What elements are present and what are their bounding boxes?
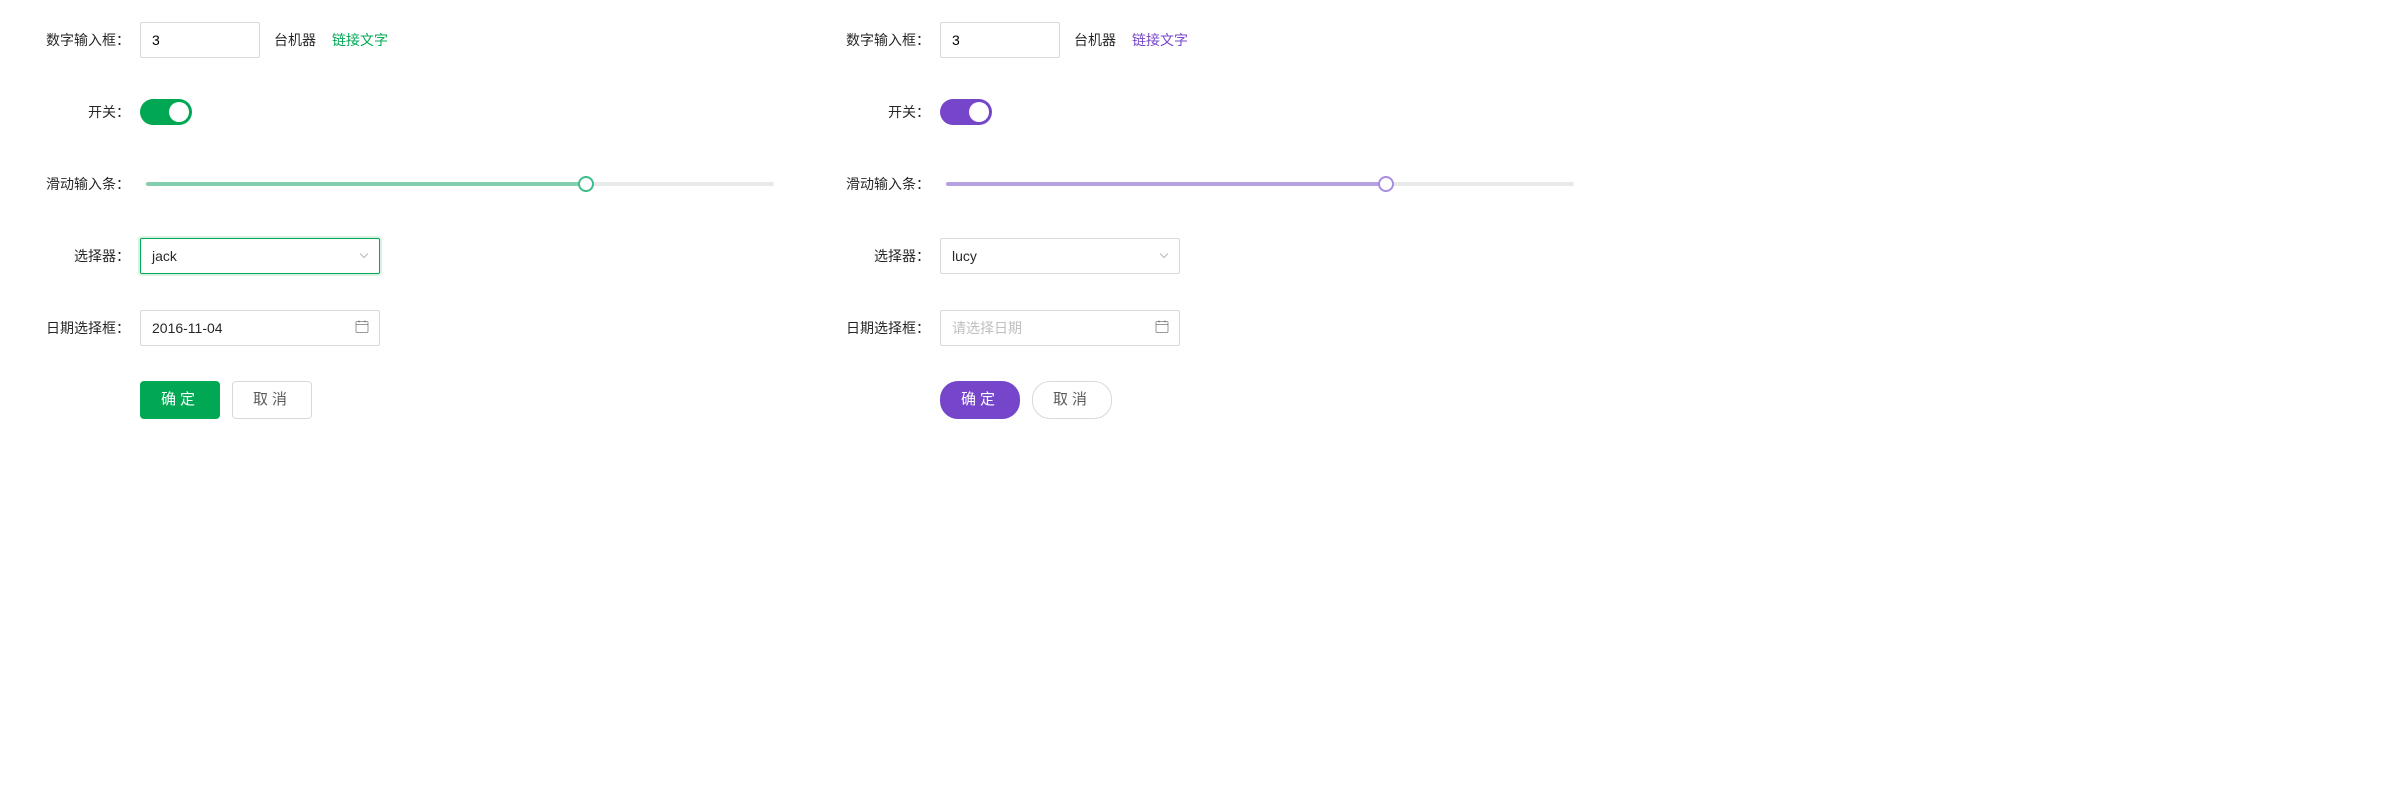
datepicker-input[interactable]: 请选择日期 bbox=[940, 310, 1180, 346]
select-value: lucy bbox=[952, 248, 977, 264]
number-input-label: 数字输入框 bbox=[820, 30, 940, 50]
switch-handle bbox=[169, 102, 189, 122]
number-input[interactable] bbox=[940, 22, 1060, 58]
number-input-link[interactable]: 链接文字 bbox=[332, 30, 388, 50]
select-label: 选择器 bbox=[820, 246, 940, 266]
calendar-icon bbox=[355, 320, 369, 337]
form-right: 数字输入框 台机器 链接文字 开关 滑动输入条 bbox=[820, 20, 1580, 452]
slider-label: 滑动输入条 bbox=[820, 174, 940, 194]
form-left: 数字输入框 台机器 链接文字 开关 滑动输入条 bbox=[20, 20, 780, 452]
number-input-suffix: 台机器 bbox=[274, 30, 316, 50]
cancel-button[interactable]: 取消 bbox=[1032, 381, 1112, 419]
switch-toggle[interactable] bbox=[140, 99, 192, 125]
ok-button[interactable]: 确定 bbox=[140, 381, 220, 419]
switch-label: 开关 bbox=[20, 102, 140, 122]
switch-handle bbox=[969, 102, 989, 122]
chevron-down-icon bbox=[1159, 251, 1169, 262]
number-input-link[interactable]: 链接文字 bbox=[1132, 30, 1188, 50]
switch-label: 开关 bbox=[820, 102, 940, 122]
datepicker-label: 日期选择框 bbox=[20, 318, 140, 338]
number-input-label: 数字输入框 bbox=[20, 30, 140, 50]
datepicker-label: 日期选择框 bbox=[820, 318, 940, 338]
cancel-button[interactable]: 取消 bbox=[232, 381, 312, 419]
slider-track-fill bbox=[146, 182, 586, 186]
select-value: jack bbox=[152, 248, 177, 264]
switch-toggle[interactable] bbox=[940, 99, 992, 125]
slider-label: 滑动输入条 bbox=[20, 174, 140, 194]
select-input[interactable]: jack bbox=[140, 238, 380, 274]
ok-button[interactable]: 确定 bbox=[940, 381, 1020, 419]
calendar-icon bbox=[1155, 320, 1169, 337]
datepicker-placeholder: 请选择日期 bbox=[952, 318, 1022, 338]
slider-handle[interactable] bbox=[578, 176, 594, 192]
number-input[interactable] bbox=[140, 22, 260, 58]
slider-handle[interactable] bbox=[1378, 176, 1394, 192]
slider-track-bg[interactable] bbox=[146, 182, 774, 186]
datepicker-input[interactable]: 2016-11-04 bbox=[140, 310, 380, 346]
slider-track-bg[interactable] bbox=[946, 182, 1574, 186]
slider-track-fill bbox=[946, 182, 1386, 186]
number-input-suffix: 台机器 bbox=[1074, 30, 1116, 50]
select-label: 选择器 bbox=[20, 246, 140, 266]
chevron-down-icon bbox=[359, 251, 369, 262]
select-input[interactable]: lucy bbox=[940, 238, 1180, 274]
datepicker-value: 2016-11-04 bbox=[152, 320, 223, 336]
